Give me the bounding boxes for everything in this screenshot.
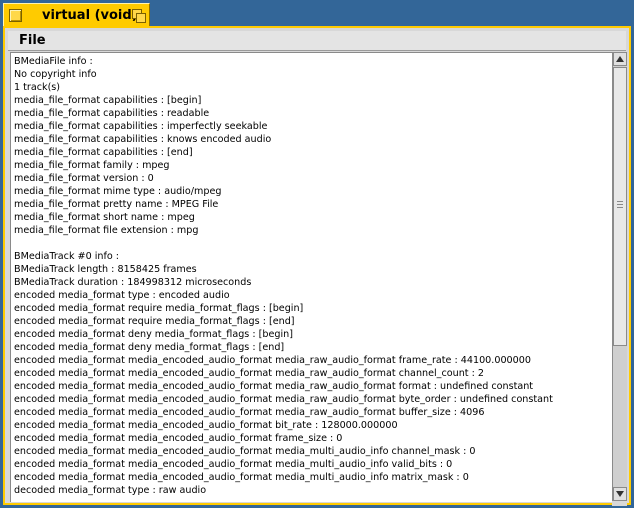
app-window: File BMediaFile info : No copyright info 1… xyxy=(3,26,631,506)
info-line: No copyright info xyxy=(14,69,97,80)
info-line: BMediaTrack length : 8158425 frames xyxy=(14,264,197,275)
info-line: encoded media_format media_encoded_audio… xyxy=(14,446,476,457)
info-line: encoded media_format media_encoded_audio… xyxy=(14,381,534,392)
close-icon[interactable] xyxy=(9,9,22,22)
info-line: encoded media_format type : encoded audi… xyxy=(14,290,230,301)
info-line: encoded media_format deny media_format_f… xyxy=(14,329,293,340)
info-line: decoded media_format type : raw audio xyxy=(14,485,207,496)
info-line: encoded media_format media_encoded_audio… xyxy=(14,394,553,405)
info-line: encoded media_format media_encoded_audio… xyxy=(14,355,531,366)
info-line: encoded media_format media_encoded_audio… xyxy=(14,407,485,418)
info-line: encoded media_format require media_forma… xyxy=(14,316,295,327)
info-line: BMediaTrack #0 info : xyxy=(14,251,120,262)
info-line: media_file_format capabilities : [begin] xyxy=(14,95,202,106)
info-line: media_file_format capabilities : [end] xyxy=(14,147,193,158)
info-line: encoded media_format media_encoded_audio… xyxy=(14,368,484,379)
window-title: virtual (void) xyxy=(42,8,138,23)
info-line: media_file_format capabilities : knows e… xyxy=(14,134,272,145)
info-line: media_file_format capabilities : readabl… xyxy=(14,108,210,119)
info-line: BMediaFile info : xyxy=(14,56,93,67)
info-text-view[interactable]: BMediaFile info : No copyright info 1 trac… xyxy=(10,52,613,502)
resize-corner[interactable] xyxy=(612,501,627,506)
info-line: encoded media_format media_encoded_audio… xyxy=(14,472,469,483)
window-tab[interactable]: virtual (void) xyxy=(3,3,150,27)
info-line: BMediaTrack duration : 184998312 microse… xyxy=(14,277,252,288)
scroll-thumb[interactable] xyxy=(613,67,627,346)
menu-bar: File xyxy=(8,31,626,51)
info-lines: BMediaFile info : No copyright info 1 trac… xyxy=(11,53,613,497)
info-line xyxy=(14,237,613,250)
info-line: media_file_format family : mpeg xyxy=(14,160,170,171)
info-line: media_file_format capabilities : imperfe… xyxy=(14,121,268,132)
zoom-icon[interactable] xyxy=(132,9,146,23)
vertical-scrollbar[interactable] xyxy=(612,52,627,501)
info-line: encoded media_format require media_forma… xyxy=(14,303,304,314)
info-line: media_file_format pretty name : MPEG Fil… xyxy=(14,199,219,210)
info-line: media_file_format mime type : audio/mpeg xyxy=(14,186,222,197)
info-line: encoded media_format media_encoded_audio… xyxy=(14,420,398,431)
grip-icon xyxy=(617,201,623,210)
scroll-down-arrow-icon[interactable] xyxy=(613,487,627,501)
info-line: encoded media_format media_encoded_audio… xyxy=(14,459,453,470)
info-line: media_file_format file extension : mpg xyxy=(14,225,199,236)
info-line: media_file_format short name : mpeg xyxy=(14,212,195,223)
info-line: encoded media_format deny media_format_f… xyxy=(14,342,285,353)
scroll-up-arrow-icon[interactable] xyxy=(613,52,627,66)
info-line: 1 track(s) xyxy=(14,82,61,93)
info-line: media_file_format version : 0 xyxy=(14,173,154,184)
info-line: encoded media_format media_encoded_audio… xyxy=(14,433,343,444)
menu-file[interactable]: File xyxy=(19,33,46,48)
